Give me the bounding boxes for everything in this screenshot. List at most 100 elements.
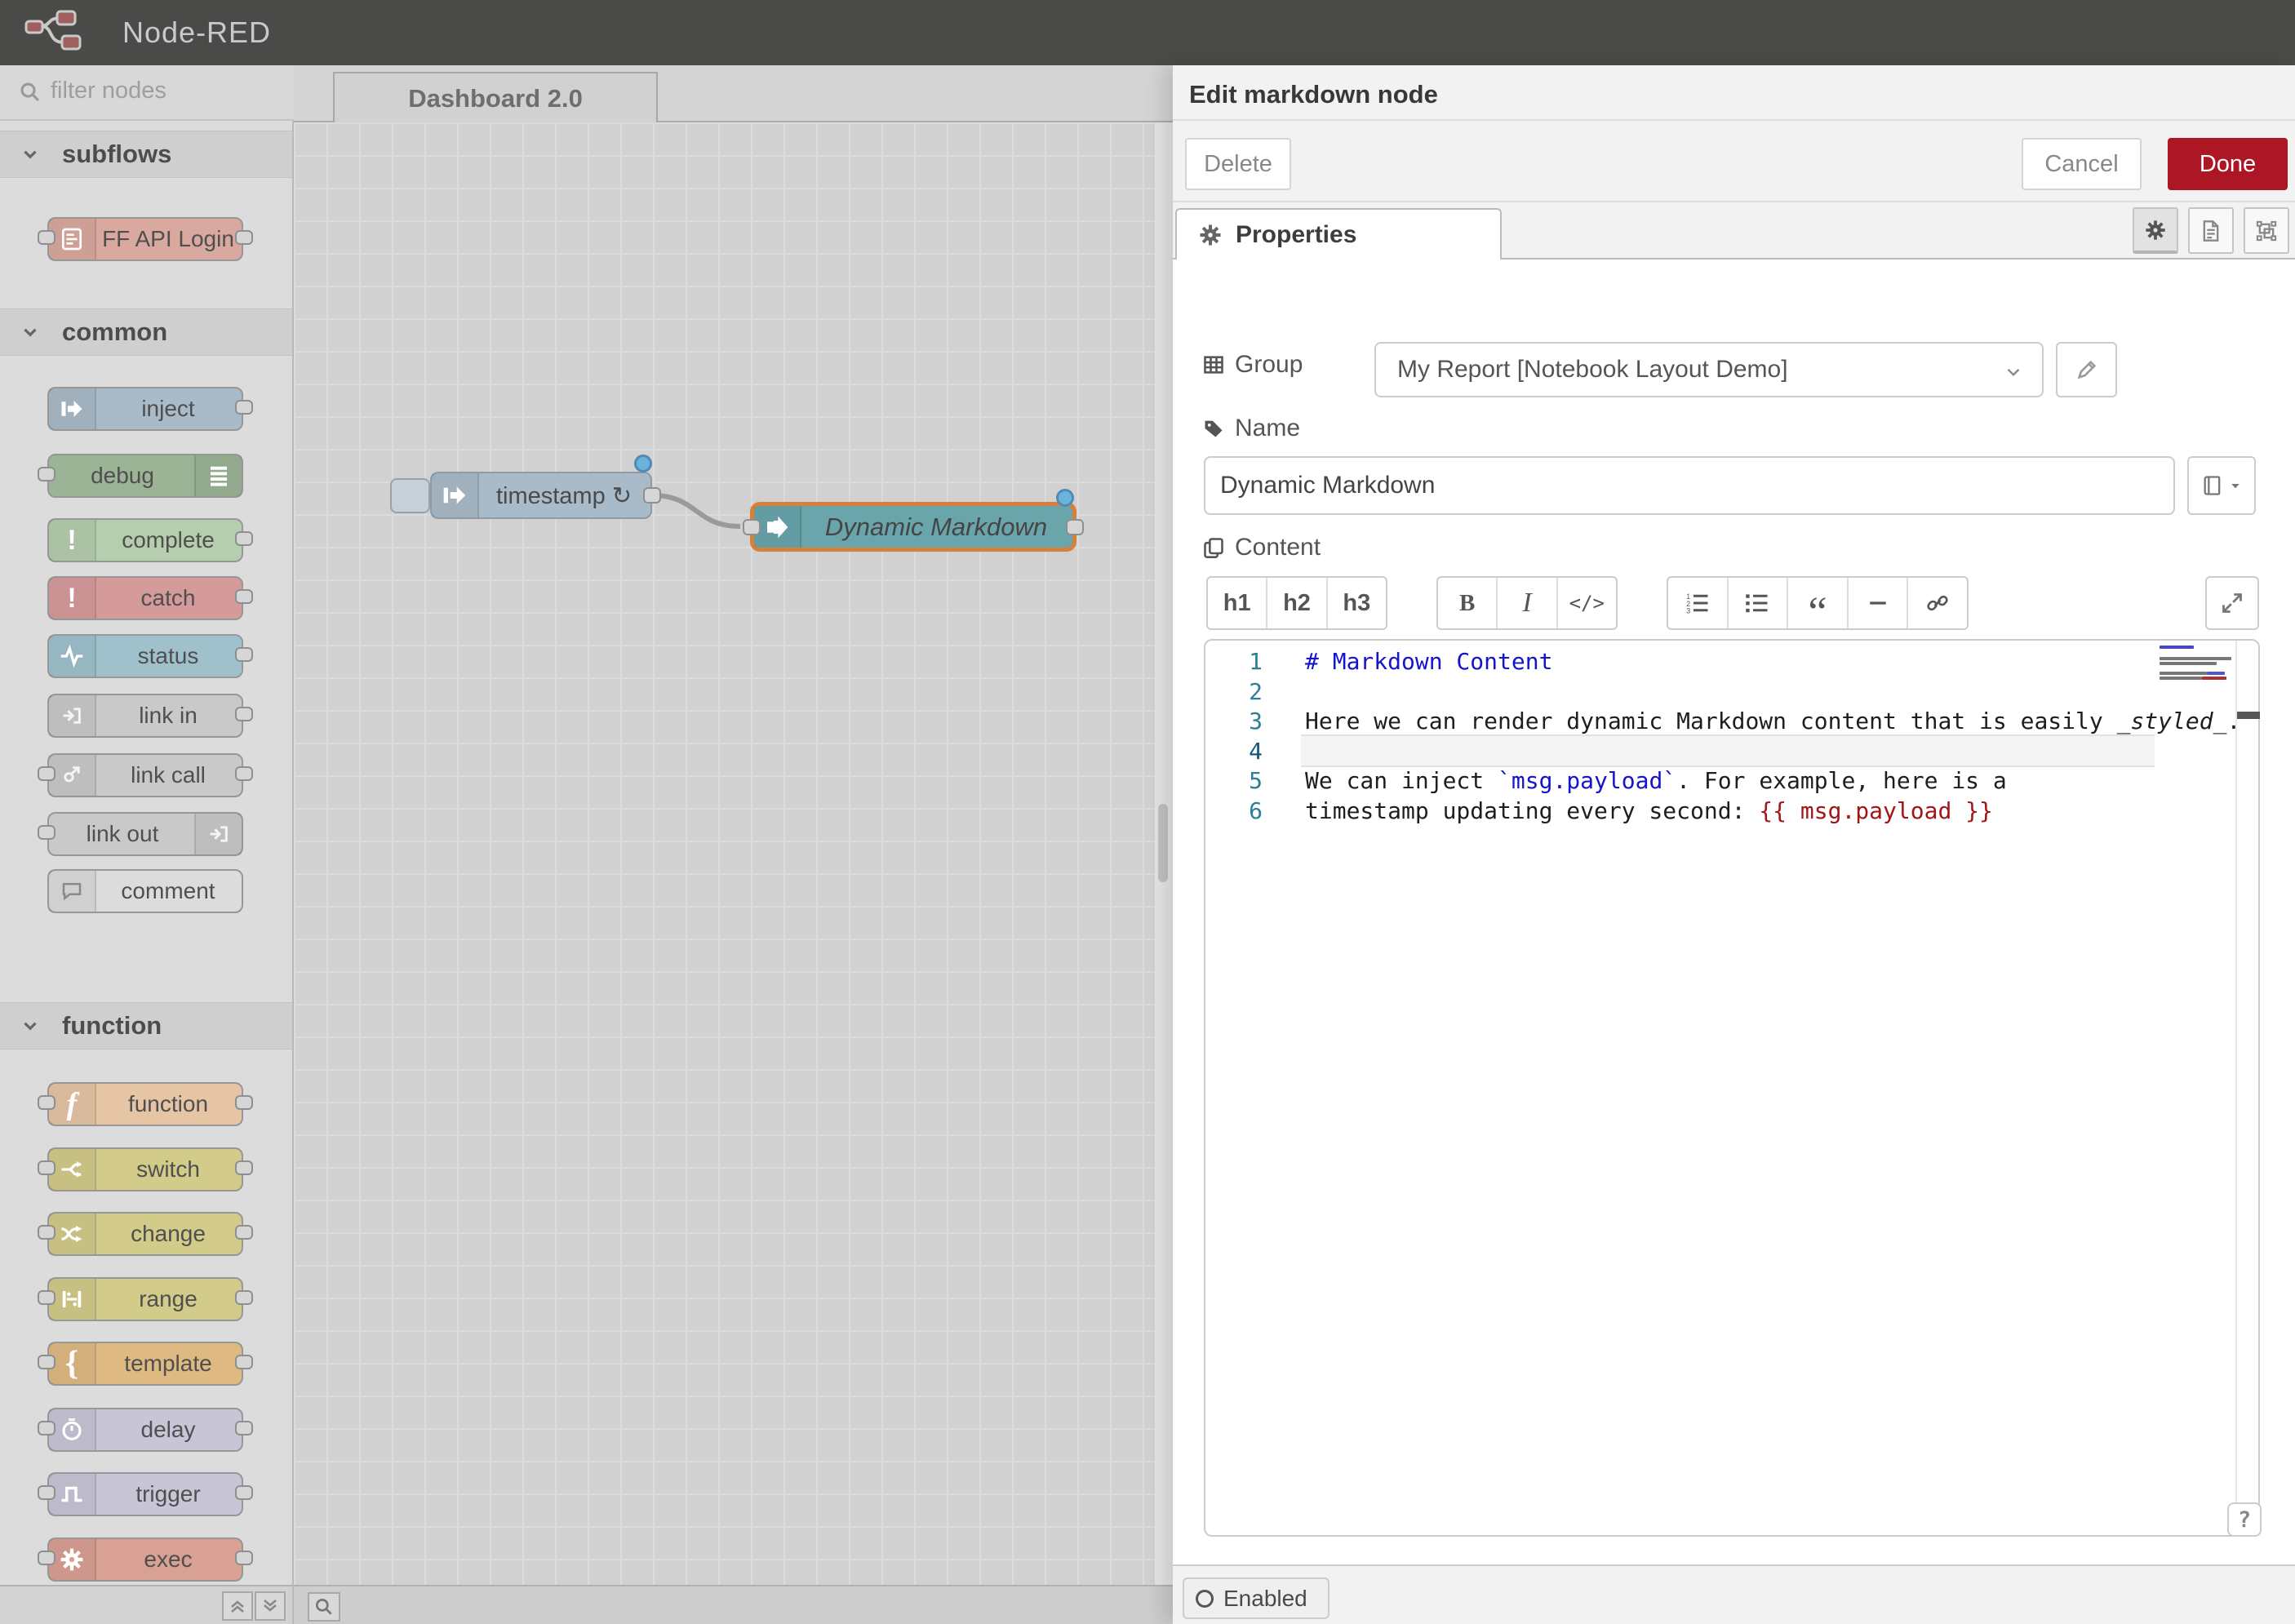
horizontal-rule-button[interactable] xyxy=(1849,578,1909,628)
node-enabled-toggle[interactable]: Enabled xyxy=(1183,1577,1330,1619)
line-number: 4 xyxy=(1205,738,1263,765)
palette-node-switch[interactable]: switch xyxy=(47,1147,243,1191)
palette-node-link-out[interactable]: link out xyxy=(47,812,243,856)
line-number: 3 xyxy=(1205,708,1263,734)
palette-node-comment[interactable]: comment xyxy=(47,869,243,913)
cancel-button[interactable]: Cancel xyxy=(2022,138,2142,190)
workspace-canvas[interactable]: Dashboard 2.0 timestamp ↻ xyxy=(294,65,1173,1624)
palette-search-input[interactable]: filter nodes xyxy=(0,65,294,121)
content-field-label: Content xyxy=(1202,534,1321,561)
h1-label: h1 xyxy=(1223,590,1251,617)
input-port xyxy=(38,1290,55,1305)
document-icon xyxy=(2200,220,2222,242)
flow-grid[interactable]: timestamp ↻ Dynamic Markdown xyxy=(294,122,1173,1585)
palette-category-function[interactable]: function xyxy=(0,1002,292,1049)
trigger-icon xyxy=(49,1474,96,1515)
node-properties-form: Group My Report [Notebook Layout Demo] N… xyxy=(1173,260,2295,1564)
canvas-vertical-scrollbar[interactable] xyxy=(1155,122,1173,1585)
palette-node-label: complete xyxy=(95,520,242,561)
palette-node-range[interactable]: range xyxy=(47,1277,243,1321)
palette-category-subflows[interactable]: subflows xyxy=(0,131,292,178)
tab-appearance-button[interactable] xyxy=(2244,207,2289,254)
editor-line: 2 xyxy=(1205,678,2258,708)
palette-node-catch[interactable]: ! catch xyxy=(47,576,243,620)
name-input-value: Dynamic Markdown xyxy=(1220,472,1435,499)
output-port xyxy=(235,400,253,415)
flow-node-timestamp[interactable]: timestamp ↻ xyxy=(430,472,652,519)
workspace-tab-dashboard-2-0[interactable]: Dashboard 2.0 xyxy=(333,72,658,124)
editor-line: 1 # Markdown Content xyxy=(1205,648,2258,678)
input-port[interactable] xyxy=(743,519,761,535)
bold-label: B xyxy=(1459,590,1475,617)
output-port[interactable] xyxy=(643,487,661,504)
input-port xyxy=(38,1095,55,1110)
palette-node-debug[interactable]: debug xyxy=(47,454,243,498)
italic-label: I xyxy=(1522,588,1531,619)
help-label: ? xyxy=(2238,1507,2251,1533)
chevron-down-icon xyxy=(20,1015,41,1036)
palette-node-link-call[interactable]: link call xyxy=(47,753,243,797)
bold-button[interactable]: B xyxy=(1438,578,1498,628)
palette-expand-all-button[interactable] xyxy=(255,1591,286,1621)
overview-ruler-cursor-marker xyxy=(2237,712,2260,719)
flow-node-label: timestamp ↻ xyxy=(477,473,650,517)
content-label-text: Content xyxy=(1235,534,1321,561)
group-label-text: Group xyxy=(1235,351,1303,379)
palette-node-status[interactable]: status xyxy=(47,634,243,678)
palette-collapse-all-button[interactable] xyxy=(222,1591,253,1621)
flow-node-dynamic-markdown[interactable]: Dynamic Markdown xyxy=(750,502,1076,552)
app-header: Node-RED xyxy=(0,0,2295,65)
scrollbar-thumb[interactable] xyxy=(1158,804,1168,882)
edit-group-button[interactable] xyxy=(2056,342,2117,397)
palette-node-delay[interactable]: delay xyxy=(47,1408,243,1452)
h3-button[interactable]: h3 xyxy=(1328,578,1386,628)
group-table-icon xyxy=(1202,353,1225,376)
tab-properties[interactable]: Properties xyxy=(1175,208,1502,260)
palette-node-label: range xyxy=(95,1279,242,1320)
palette-node-trigger[interactable]: trigger xyxy=(47,1472,243,1516)
italic-button[interactable]: I xyxy=(1498,578,1557,628)
enabled-label: Enabled xyxy=(1223,1586,1307,1612)
line-text: # Markdown Content xyxy=(1305,648,1552,675)
group-select-value: My Report [Notebook Layout Demo] xyxy=(1397,356,1788,384)
output-port xyxy=(235,1421,253,1435)
code-label: </> xyxy=(1569,592,1605,615)
palette-node-link-in[interactable]: link in xyxy=(47,694,243,738)
palette-node-change[interactable]: change xyxy=(47,1212,243,1256)
expand-editor-button[interactable] xyxy=(2205,576,2259,630)
inject-trigger-button[interactable] xyxy=(390,478,430,513)
palette-node-ff-api-login[interactable]: FF API Login xyxy=(47,217,243,261)
markdown-code-editor[interactable]: 1 # Markdown Content 2 3 Here we can ren… xyxy=(1204,639,2260,1537)
group-select[interactable]: My Report [Notebook Layout Demo] xyxy=(1374,342,2044,397)
output-port[interactable] xyxy=(1066,519,1084,535)
palette-node-label: function xyxy=(95,1084,242,1125)
blockquote-button[interactable]: “ xyxy=(1788,578,1849,628)
palette-node-inject[interactable]: inject xyxy=(47,387,243,431)
palette-node-function[interactable]: f function xyxy=(47,1082,243,1126)
unordered-list-button[interactable] xyxy=(1729,578,1789,628)
palette-category-common[interactable]: common xyxy=(0,308,292,356)
h2-button[interactable]: h2 xyxy=(1267,578,1327,628)
tab-properties-icon-button[interactable] xyxy=(2133,207,2178,254)
ordered-list-button[interactable]: 123 xyxy=(1668,578,1729,628)
name-input[interactable]: Dynamic Markdown xyxy=(1204,456,2175,515)
minimap-divider xyxy=(2235,641,2237,1535)
link-button[interactable] xyxy=(1908,578,1967,628)
done-button[interactable]: Done xyxy=(2168,138,2288,190)
h1-button[interactable]: h1 xyxy=(1208,578,1267,628)
done-button-label: Done xyxy=(2200,151,2256,178)
delete-button[interactable]: Delete xyxy=(1185,138,1291,190)
canvas-zoom-search-button[interactable] xyxy=(308,1592,340,1622)
palette-node-label: link out xyxy=(49,814,196,854)
palette-node-template[interactable]: { template xyxy=(47,1342,243,1386)
tab-description-button[interactable] xyxy=(2188,207,2234,254)
output-port xyxy=(235,1290,253,1305)
label-options-button[interactable] xyxy=(2187,456,2256,515)
palette-node-exec[interactable]: exec xyxy=(47,1537,243,1582)
edit-node-tray: Edit markdown node Delete Cancel Done Pr… xyxy=(1173,65,2295,1624)
palette-node-complete[interactable]: ! complete xyxy=(47,518,243,562)
input-port xyxy=(38,1355,55,1369)
code-button[interactable]: </> xyxy=(1558,578,1616,628)
status-icon xyxy=(49,636,96,677)
editor-help-button[interactable]: ? xyxy=(2227,1502,2262,1537)
